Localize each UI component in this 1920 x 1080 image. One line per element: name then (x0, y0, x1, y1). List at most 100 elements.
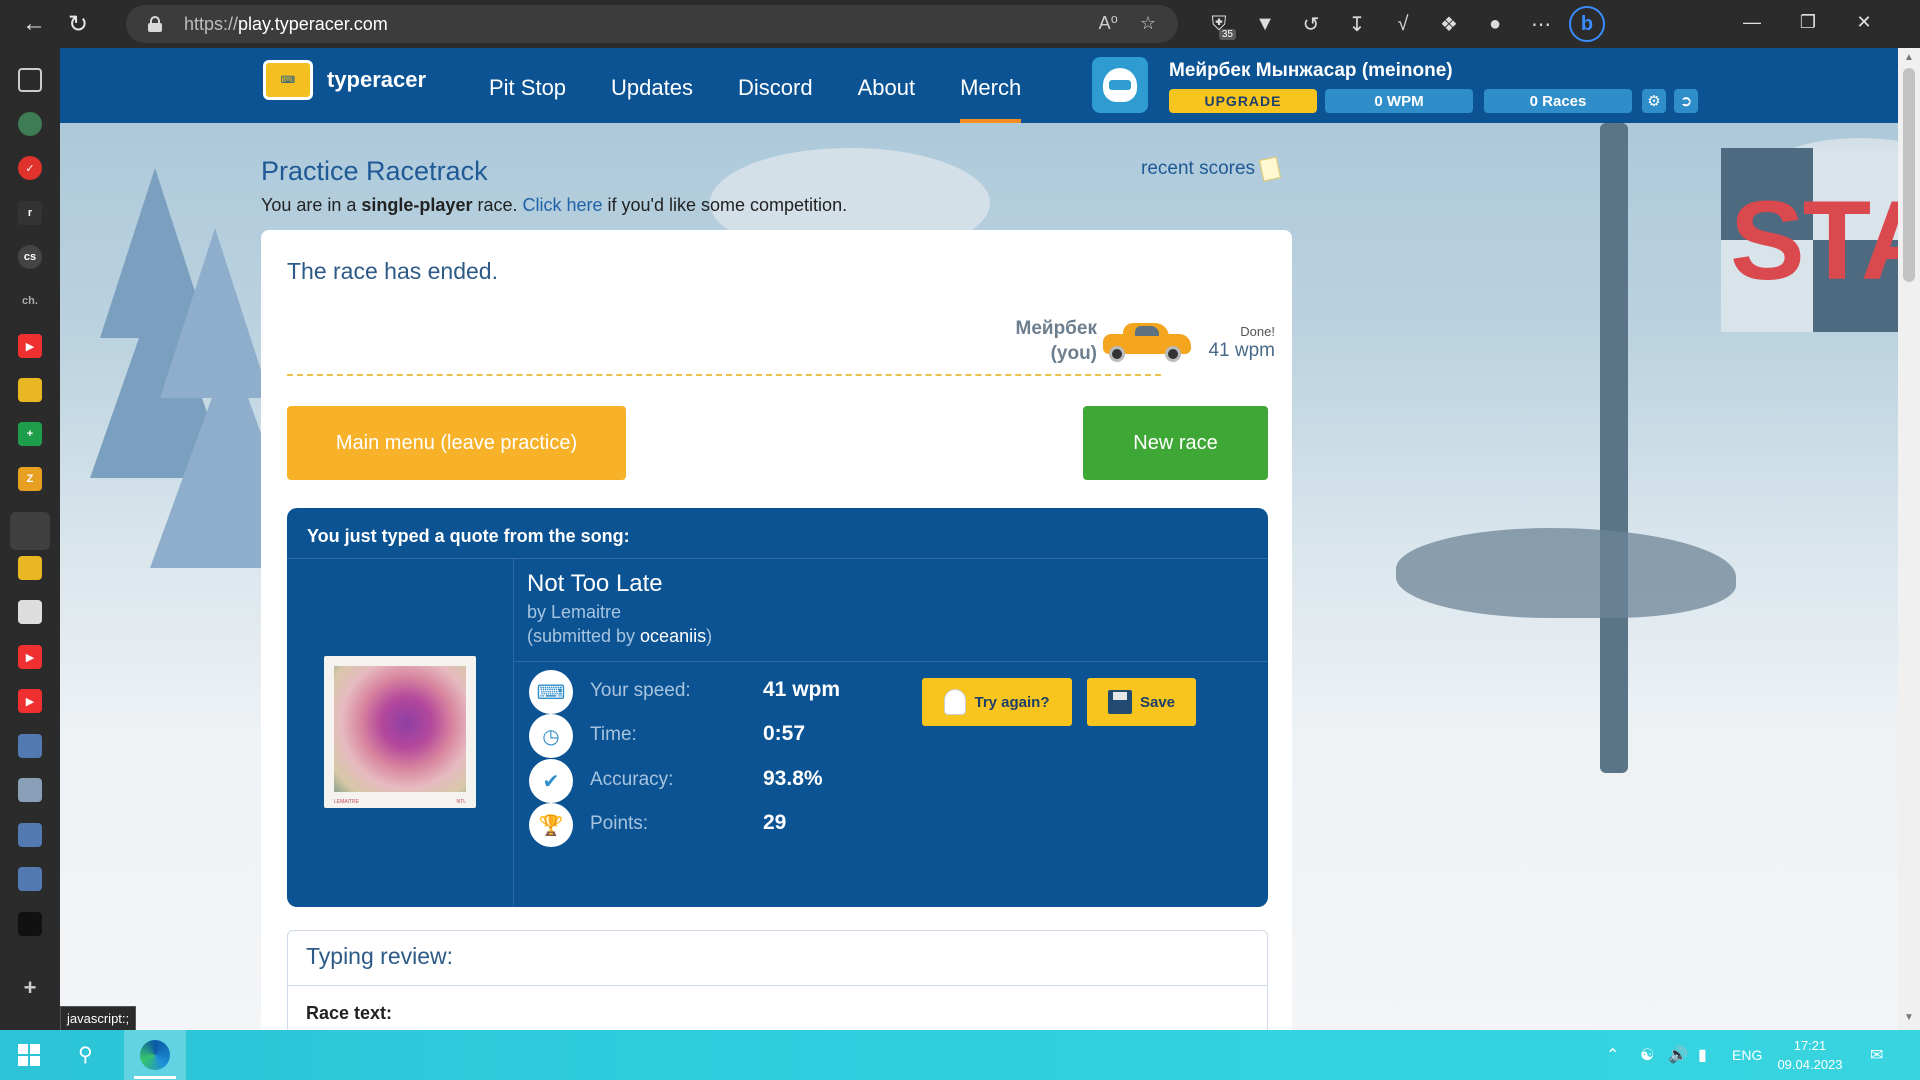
book-icon[interactable] (18, 912, 42, 936)
edge-taskbar-button[interactable] (124, 1030, 186, 1080)
minimize-icon[interactable]: — (1724, 0, 1780, 44)
vpn-shield-icon[interactable]: ▼ (1242, 4, 1288, 44)
quote-header: You just typed a quote from the song: (307, 526, 630, 546)
scroll-up-arrow[interactable]: ▲ (1903, 52, 1915, 64)
floppy-disk-icon (1107, 690, 1132, 714)
main-menu-button[interactable]: Main menu (leave practice) (287, 406, 626, 480)
typeracer-icon-2[interactable] (18, 556, 42, 580)
divider (287, 558, 1268, 559)
collections-icon[interactable]: ❖ (1426, 4, 1472, 44)
done-wpm: 41 wpm (1208, 340, 1275, 361)
nav-about[interactable]: About (858, 48, 916, 123)
race-card: The race has ended. Мейрбек (you) Done! 4… (261, 230, 1292, 1030)
new-race-button[interactable]: New race (1083, 406, 1268, 480)
youtube-icon-2[interactable]: ▶ (18, 645, 42, 669)
restore-icon[interactable]: ❐ (1780, 0, 1836, 44)
car-icon (1101, 320, 1193, 362)
add-icon[interactable]: + (18, 975, 42, 1000)
chart-icon-2[interactable] (18, 778, 42, 802)
youtube-icon[interactable]: ▶ (18, 334, 42, 358)
wifi-icon[interactable]: ☯ (1640, 1030, 1654, 1080)
todo-icon[interactable]: ✓ (18, 156, 42, 180)
background-penguin (1396, 528, 1736, 618)
tabs-icon[interactable] (18, 68, 42, 92)
download-icon[interactable]: ↧ (1334, 4, 1380, 44)
competition-link[interactable]: Click here (523, 195, 603, 215)
battery-icon[interactable]: ▮ (1698, 1030, 1707, 1080)
submitter-link[interactable]: oceaniis (640, 626, 706, 646)
chart-icon[interactable] (18, 734, 42, 758)
reader-icon[interactable]: r (18, 201, 42, 225)
done-label: Done! (1240, 324, 1275, 339)
note-icon (1258, 156, 1282, 182)
typeracer-logo[interactable]: ⌨ typeracer (263, 60, 426, 100)
chart-icon-4[interactable] (18, 867, 42, 891)
extension-shield-icon[interactable]: ⛨ 35 (1196, 4, 1242, 44)
address-bar[interactable]: https://play.typeracer.com A⁰ ☆ (126, 5, 1178, 43)
youtube-icon-3[interactable]: ▶ (18, 689, 42, 713)
logo-text: typeracer (327, 67, 427, 92)
nav-merch[interactable]: Merch (960, 48, 1022, 123)
divider (513, 559, 514, 907)
song-title[interactable]: Not Too Late (527, 570, 663, 598)
z-icon[interactable]: Z (18, 467, 42, 491)
sign-out-icon[interactable]: ➲ (1674, 89, 1698, 113)
clock[interactable]: 17:21 09.04.2023 (1770, 1036, 1850, 1074)
site-icon[interactable] (18, 112, 42, 136)
favorites-add-icon[interactable]: ☆ (1140, 13, 1156, 34)
cs-icon[interactable]: cs (18, 245, 42, 269)
typeracer-active-icon[interactable] (10, 512, 50, 550)
top-nav: Pit Stop Updates Discord About Merch (489, 48, 1066, 123)
race-text-label: Race text: (306, 1003, 393, 1023)
language-indicator[interactable]: ENG (1732, 1030, 1762, 1080)
helmet-icon (1103, 68, 1137, 102)
refresh-button[interactable]: ↻ (56, 4, 100, 44)
time-value: 0:57 (763, 722, 806, 745)
close-icon[interactable]: ✕ (1836, 0, 1892, 44)
chart-icon-3[interactable] (18, 823, 42, 847)
accuracy-label: Accuracy: (590, 769, 674, 790)
upgrade-button[interactable]: UPGRADE (1169, 89, 1317, 113)
user-wpm-badge: 0 WPM (1325, 89, 1473, 113)
album-art-image (334, 666, 466, 792)
keyboard-icon: ⌨ (529, 670, 573, 714)
browser-toolbar: ← ↻ https://play.typeracer.com A⁰ ☆ ⛨ 35 … (0, 0, 1920, 48)
history-icon[interactable]: ↺ (1288, 4, 1334, 44)
user-avatar[interactable] (1092, 57, 1148, 113)
user-name[interactable]: Мейрбек Мынжасар (meinone) (1169, 60, 1453, 82)
start-sign-text: STA (1730, 178, 1898, 303)
typing-review-panel: Typing review: Race text: (287, 930, 1268, 1030)
windows-start-icon[interactable] (18, 1044, 40, 1066)
more-menu-icon[interactable]: ⋯ (1518, 4, 1564, 44)
nav-pit-stop[interactable]: Pit Stop (489, 48, 566, 123)
read-aloud-icon[interactable]: A⁰ (1099, 13, 1118, 34)
recent-scores-link[interactable]: recent scores (1141, 156, 1282, 182)
scroll-down-arrow[interactable]: ▼ (1903, 1012, 1915, 1024)
link-status-tooltip: javascript:; (60, 1006, 137, 1032)
sheets-icon[interactable]: + (18, 422, 42, 446)
typewriter-icon: ⌨ (263, 60, 313, 100)
time-label: Time: (590, 724, 637, 745)
docs-icon[interactable] (18, 600, 42, 624)
math-solver-icon[interactable]: √ (1380, 4, 1426, 44)
nav-updates[interactable]: Updates (611, 48, 693, 123)
notifications-icon[interactable]: ✉ (1870, 1030, 1883, 1080)
volume-icon[interactable]: 🔊 (1668, 1030, 1688, 1080)
back-button[interactable]: ← (12, 4, 56, 44)
save-button[interactable]: Save (1087, 678, 1196, 726)
ch-icon[interactable]: ch. (18, 289, 42, 313)
typeracer-icon[interactable] (18, 378, 42, 402)
bing-icon[interactable]: b (1564, 4, 1610, 44)
divider (288, 985, 1267, 986)
nav-discord[interactable]: Discord (738, 48, 813, 123)
profile-icon[interactable]: ● (1472, 4, 1518, 44)
site-header: ⌨ typeracer Pit Stop Updates Discord Abo… (60, 48, 1898, 123)
try-again-button[interactable]: Try again? (922, 678, 1072, 726)
settings-gear-icon[interactable]: ⚙ (1642, 89, 1666, 113)
search-icon[interactable]: ⚲ (78, 1042, 102, 1066)
typing-review-title: Typing review: (306, 943, 454, 969)
chevron-up-icon[interactable]: ⌃ (1606, 1030, 1619, 1080)
scrollbar-thumb[interactable] (1903, 68, 1915, 282)
url-text: https://play.typeracer.com (184, 13, 388, 34)
checkmark-icon: ✔ (529, 759, 573, 803)
